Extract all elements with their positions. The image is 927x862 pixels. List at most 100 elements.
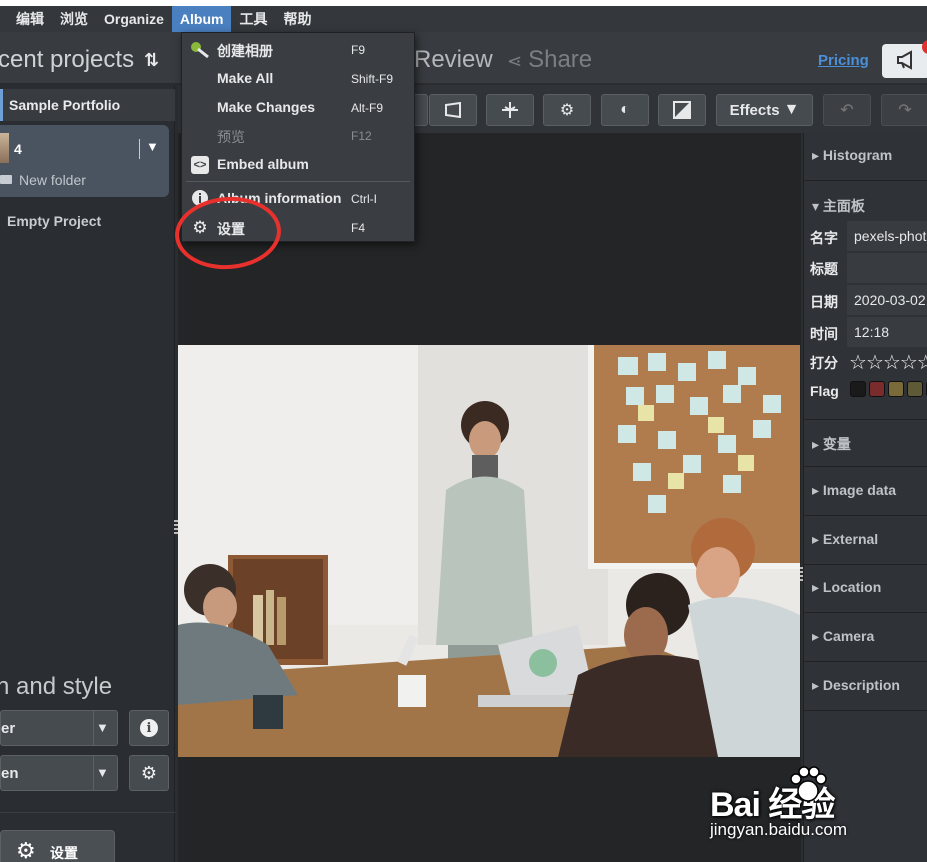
section-description-label: ▸ Description [812, 677, 900, 693]
tab-share-label: Share [528, 46, 593, 73]
perspective-button[interactable] [429, 94, 477, 126]
menu-preview-label: 预览 [217, 129, 245, 145]
project-thumbnail [0, 133, 9, 163]
time-label: 时间 [810, 326, 838, 342]
undo-button[interactable]: ↶ [823, 94, 871, 126]
tab-share[interactable]: ⋖ Share [507, 46, 592, 74]
effects-label: Effects [729, 101, 780, 119]
gear-icon: ⚙ [16, 838, 36, 862]
left-divider [0, 812, 175, 813]
section-description[interactable]: ▸ Description [804, 663, 927, 711]
date-field[interactable]: 2020-03-02 [847, 285, 927, 315]
project-count: 4 [14, 141, 22, 157]
design-and-style-title: n and style [0, 673, 113, 700]
section-external[interactable]: ▸ External [804, 517, 927, 565]
flag-swatch[interactable] [888, 381, 904, 397]
star-icon[interactable]: ☆ [849, 352, 867, 374]
menu-make-changes-shortcut: Alt-F9 [351, 101, 384, 115]
section-image-data[interactable]: ▸ Image data [804, 468, 927, 516]
menu-create-album[interactable]: 创建相册 F9 [182, 36, 414, 62]
theme-select[interactable]: er ▼ [0, 710, 118, 746]
menu-create-album-shortcut: F9 [351, 43, 366, 57]
style-select[interactable]: en ▼ [0, 755, 118, 791]
menu-settings-shortcut: F4 [351, 221, 366, 235]
share-icon: ⋖ [507, 51, 523, 71]
section-variables-label: ▸ 变量 [812, 436, 851, 452]
straighten-icon [502, 102, 518, 118]
undo-icon: ↶ [840, 102, 854, 119]
menu-organize[interactable]: Organize [96, 6, 172, 32]
section-camera[interactable]: ▸ Camera [804, 614, 927, 662]
star-icon[interactable]: ☆ [900, 352, 918, 374]
announcements-button[interactable] [882, 44, 927, 78]
toolbar-partial-button[interactable] [414, 94, 428, 126]
section-main-label: ▾ 主面板 [812, 198, 865, 214]
meeting-photo [178, 345, 800, 757]
chevron-down-icon: ▼ [96, 765, 109, 780]
title-field[interactable] [847, 253, 927, 283]
menu-create-album-label: 创建相册 [217, 43, 273, 59]
paw-logo-icon [790, 766, 827, 802]
section-image-data-label: ▸ Image data [812, 482, 897, 498]
menu-embed-album[interactable]: <> Embed album [182, 151, 414, 177]
style-select-value: en [1, 765, 19, 782]
menu-embed-album-label: Embed album [217, 156, 309, 172]
recent-projects-title: cent projects [0, 46, 135, 73]
menu-make-all-label: Make All [217, 70, 274, 86]
theme-info-button[interactable]: i [129, 710, 169, 746]
adjust-button[interactable]: ⚙ [543, 94, 591, 126]
menu-help[interactable]: 帮助 [275, 6, 319, 32]
folder-icon [0, 175, 12, 184]
chevron-down-icon[interactable]: ▼ [146, 139, 159, 154]
theme-select-value: er [1, 720, 16, 737]
redo-button[interactable]: ↷ [881, 94, 927, 126]
section-location[interactable]: ▸ Location [804, 565, 927, 613]
name-field[interactable]: pexels-photo [847, 221, 927, 251]
section-variables[interactable]: ▸ 变量 [804, 419, 927, 467]
flag-swatch[interactable] [869, 381, 885, 397]
star-icon[interactable]: ☆ [866, 352, 884, 374]
star-icon[interactable]: ☆ [883, 352, 901, 374]
menu-album[interactable]: Album [171, 6, 232, 32]
project-divider [139, 139, 140, 159]
sort-arrows-icon[interactable]: ⇅ [144, 50, 159, 71]
menu-make-all[interactable]: Make All Shift-F9 [182, 65, 414, 91]
exposure-button[interactable] [658, 94, 706, 126]
project-selected[interactable]: 4 ▼ New folder [0, 125, 169, 197]
time-field[interactable]: 12:18 [847, 317, 927, 347]
menu-preview[interactable]: 预览 F12 [182, 122, 414, 148]
redo-icon: ↷ [898, 102, 912, 119]
gear-icon: ⚙ [140, 762, 158, 783]
section-main-panel[interactable]: ▾ 主面板 [804, 182, 927, 226]
section-histogram[interactable]: ▸ Histogram [804, 133, 927, 181]
menu-bar: 编辑 浏览 Organize Album 工具 帮助 [0, 6, 927, 32]
section-external-label: ▸ External [812, 531, 879, 547]
project-empty[interactable]: Empty Project [7, 213, 101, 229]
effects-button[interactable]: Effects ▼ [716, 94, 813, 126]
flag-swatch[interactable] [907, 381, 923, 397]
style-settings-button[interactable]: ⚙ [129, 755, 169, 791]
exposure-icon [673, 101, 691, 119]
menu-browse[interactable]: 浏览 [52, 6, 96, 32]
project-sample-portfolio[interactable]: Sample Portfolio [0, 89, 175, 121]
tab-review[interactable]: Review [414, 46, 493, 74]
section-camera-label: ▸ Camera [812, 628, 875, 644]
straighten-button[interactable] [486, 94, 534, 126]
pricing-link[interactable]: Pricing [818, 52, 869, 69]
info-panel: ▸ Histogram ▾ 主面板 名字 pexels-photo 标题 日期 … [803, 133, 927, 862]
menu-tools[interactable]: 工具 [231, 6, 275, 32]
menu-edit[interactable]: 编辑 [0, 6, 52, 32]
projects-panel: Sample Portfolio 4 ▼ New folder Empty Pr… [0, 85, 175, 862]
star-icon[interactable]: ☆ [917, 352, 927, 374]
settings-button[interactable]: ⚙ 设置 [0, 830, 115, 862]
flag-swatch[interactable] [850, 381, 866, 397]
folder-label[interactable]: New folder [19, 172, 86, 188]
header-bar: cent projects ⇅ Review ⋖ Share Pricing [0, 32, 927, 84]
menu-make-changes[interactable]: Make Changes Alt-F9 [182, 94, 414, 120]
star-rating[interactable]: ☆☆☆☆☆ [849, 350, 927, 375]
contrast-icon: ◐ [620, 101, 630, 118]
contrast-button[interactable]: ◐ [601, 94, 649, 126]
project-sample-label: Sample Portfolio [9, 97, 121, 113]
section-histogram-label: ▸ Histogram [812, 147, 893, 163]
rating-label: 打分 [810, 355, 838, 371]
